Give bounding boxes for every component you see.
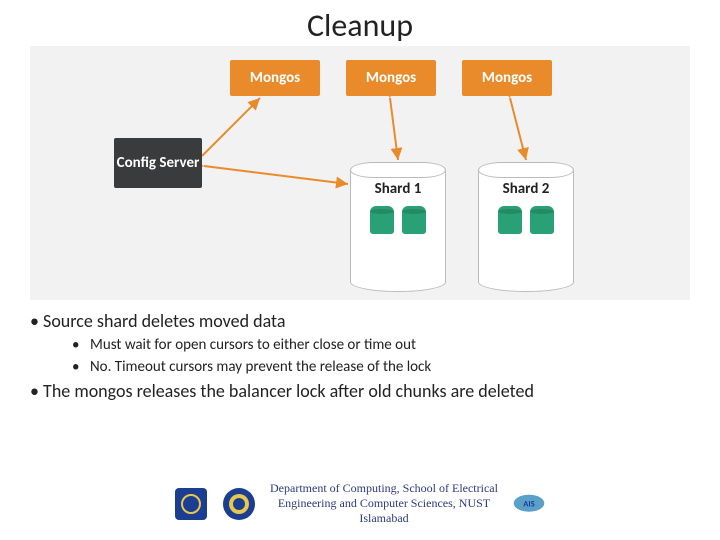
data-chunk-icon	[370, 206, 394, 234]
dept-line-3: Islamabad	[359, 511, 408, 525]
svg-text:AIS: AIS	[523, 500, 534, 510]
bullet-1-sub-1: Must wait for open cursors to either clo…	[90, 336, 690, 354]
data-chunk-icon	[498, 206, 522, 234]
bullet-2-post: releases the balancer lock after old chu…	[133, 380, 534, 402]
shard-1: Shard 1	[350, 162, 446, 292]
dept-line-2: Engineering and Computer Sciences, NUST	[278, 496, 490, 510]
bullet-2-pre: The	[43, 380, 74, 402]
ais-logo-icon: AIS	[512, 487, 546, 521]
slide-title: Cleanup	[0, 0, 720, 45]
config-server-node: Config Server	[114, 138, 202, 188]
shard-1-label: Shard 1	[350, 180, 446, 198]
nust-seal-icon	[222, 487, 256, 521]
bullet-1: Source shard deletes moved data	[30, 310, 690, 332]
mongos-node-2: Mongos	[346, 60, 436, 96]
bullet-2-code: mongos	[74, 380, 132, 402]
bullet-content: Source shard deletes moved data Must wai…	[30, 310, 690, 406]
kth-logo-icon	[174, 487, 208, 521]
data-chunk-icon	[530, 206, 554, 234]
slide-footer: Department of Computing, School of Elect…	[0, 481, 720, 526]
architecture-diagram: Mongos Mongos Mongos Config Server Shard…	[30, 46, 690, 300]
dept-line-1: Department of Computing, School of Elect…	[270, 481, 498, 495]
shard-2: Shard 2	[478, 162, 574, 292]
mongos-node-3: Mongos	[462, 60, 552, 96]
mongos-node-1: Mongos	[230, 60, 320, 96]
bullet-1-sub-2: No. Timeout cursors may prevent the rele…	[90, 358, 690, 376]
department-credit: Department of Computing, School of Elect…	[270, 481, 498, 526]
bullet-2: The mongos releases the balancer lock af…	[30, 380, 690, 402]
shard-2-label: Shard 2	[478, 180, 574, 198]
data-chunk-icon	[402, 206, 426, 234]
